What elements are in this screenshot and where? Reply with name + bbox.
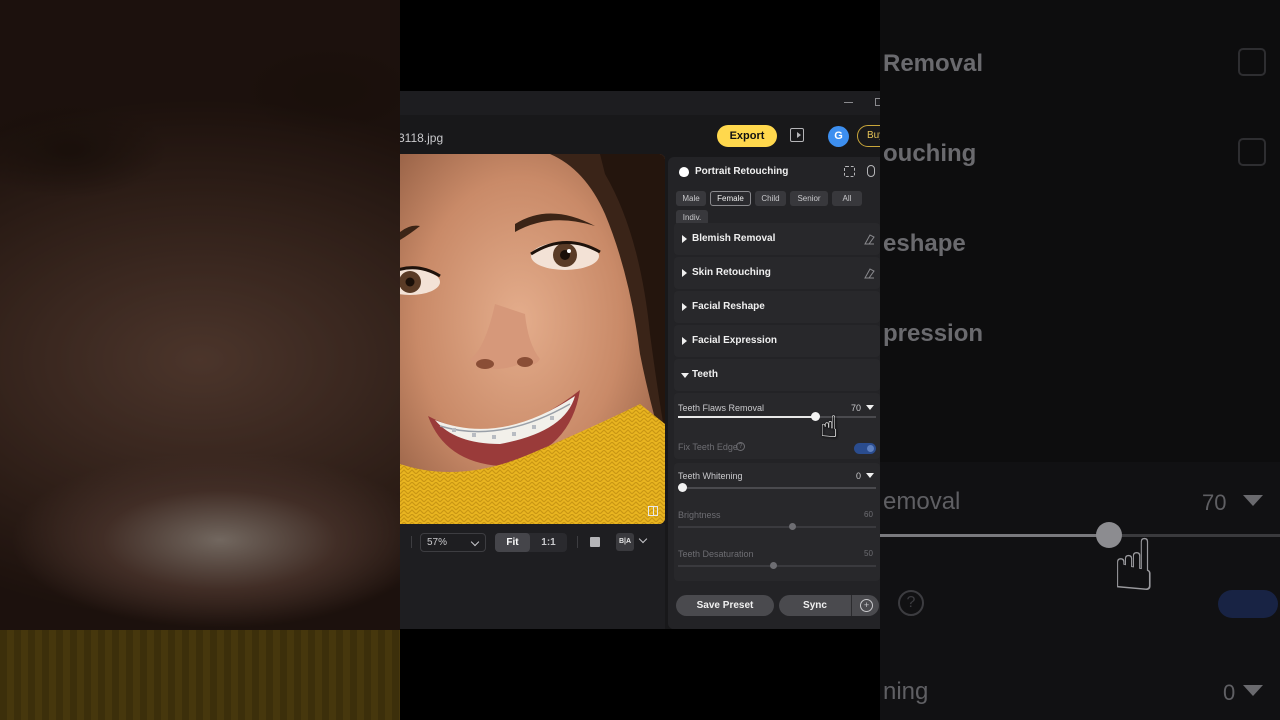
- zoomed-flaws-value: 70: [1202, 490, 1227, 515]
- zoomed-text-skin: ouching: [883, 140, 977, 167]
- avatar[interactable]: G: [828, 126, 849, 147]
- zoom-select[interactable]: 57%: [420, 533, 486, 552]
- brightness-slider-track: [678, 526, 876, 528]
- zoomed-panel-background: Removal ouching eshape pression emoval 7…: [880, 0, 1280, 720]
- expand-triangle-icon: [682, 337, 687, 345]
- chip-female[interactable]: Female: [710, 191, 751, 206]
- section-label: Teeth: [692, 369, 718, 380]
- zoom-select-value: 57%: [427, 537, 448, 548]
- teeth-whitening-group: Teeth Whitening 0 Brightness 60 Teeth De…: [674, 463, 880, 581]
- chip-senior[interactable]: Senior: [790, 191, 828, 206]
- section-label: Facial Expression: [692, 335, 778, 346]
- teeth-whitening-slider-track[interactable]: [678, 487, 876, 489]
- photo-canvas[interactable]: [400, 154, 665, 524]
- canvas-bottom-bar: 57% Fit 1:1 B|A: [400, 524, 665, 629]
- chevron-down-icon: [470, 537, 480, 547]
- buy-button[interactable]: Buy: [857, 125, 880, 147]
- maximize-icon[interactable]: [875, 98, 880, 106]
- sync-button[interactable]: Sync: [779, 595, 851, 616]
- app-window: 3118.jpg Export G Buy: [400, 91, 880, 629]
- collapse-triangle-icon: [681, 373, 689, 378]
- section-label: Skin Retouching: [692, 267, 771, 278]
- teeth-flaws-slider-knob[interactable]: [811, 412, 820, 421]
- blurred-photo-background: [0, 0, 400, 720]
- actual-size-button[interactable]: 1:1: [530, 533, 567, 552]
- teeth-whitening-label: Teeth Whitening: [678, 471, 743, 481]
- retouch-panel: Portrait Retouching Male Female Child Se…: [668, 157, 880, 629]
- fix-teeth-edge-toggle[interactable]: [854, 443, 876, 454]
- before-after-icon[interactable]: B|A: [616, 533, 634, 551]
- zoomed-eraser-icon: [1238, 138, 1266, 166]
- minimize-icon[interactable]: [844, 102, 853, 103]
- panel-footer: Save Preset Sync: [668, 585, 880, 629]
- zoomed-hand-cursor-icon: ☝: [1112, 526, 1156, 606]
- help-icon[interactable]: ?: [736, 442, 745, 451]
- section-label: Blemish Removal: [692, 233, 776, 244]
- video-frame: Removal ouching eshape pression emoval 7…: [0, 0, 1280, 720]
- zoomed-text-whitening: ning: [883, 678, 929, 705]
- brightness-value: 60: [864, 510, 873, 519]
- caret-down-icon[interactable]: [866, 405, 874, 410]
- sync-options-plus-icon[interactable]: [851, 595, 879, 616]
- panel-title: Portrait Retouching: [695, 166, 789, 177]
- zoomed-whitening-value: 0: [1223, 680, 1236, 705]
- save-preset-button[interactable]: Save Preset: [676, 595, 774, 616]
- zoomed-slider-fill: [880, 534, 1108, 537]
- teeth-whitening-value[interactable]: 0: [856, 471, 861, 481]
- portrait-photo: [400, 154, 665, 524]
- eraser-icon[interactable]: [864, 268, 875, 279]
- exit-door-icon[interactable]: [790, 128, 804, 142]
- section-teeth[interactable]: Teeth: [674, 359, 880, 391]
- zoomed-eraser-icon: [1238, 48, 1266, 76]
- teeth-desaturation-value: 50: [864, 549, 873, 558]
- zoomed-caret-icon: [1243, 495, 1263, 506]
- teeth-desaturation-slider-knob: [770, 562, 777, 569]
- zoomed-help-icon: ?: [898, 590, 924, 616]
- section-facial-expression[interactable]: Facial Expression: [674, 325, 880, 357]
- brightness-slider-knob: [789, 523, 796, 530]
- teeth-flaws-label: Teeth Flaws Removal: [678, 403, 765, 413]
- portrait-icon: [679, 167, 689, 177]
- face-detect-icon[interactable]: [844, 166, 855, 177]
- section-skin-retouching[interactable]: Skin Retouching: [674, 257, 880, 289]
- teeth-whitening-slider-knob[interactable]: [678, 483, 687, 492]
- teeth-desaturation-label: Teeth Desaturation: [678, 549, 754, 559]
- panel-header: Portrait Retouching: [668, 157, 880, 187]
- hand-cursor-icon: ☝: [820, 411, 839, 444]
- zoomed-text-flaws: emoval: [883, 488, 961, 515]
- caret-down-icon[interactable]: [866, 473, 874, 478]
- view-mode-toggle: Fit 1:1: [495, 533, 567, 552]
- export-button[interactable]: Export: [717, 125, 777, 147]
- teeth-flaws-value[interactable]: 70: [851, 403, 861, 413]
- section-facial-reshape[interactable]: Facial Reshape: [674, 291, 880, 323]
- chip-all[interactable]: All: [832, 191, 862, 206]
- brightness-label: Brightness: [678, 510, 721, 520]
- zoomed-text-expression: pression: [883, 320, 984, 347]
- compare-split-icon[interactable]: [648, 506, 658, 516]
- zoomed-text-blemish: Removal: [883, 50, 984, 77]
- chevron-down-icon[interactable]: [638, 534, 648, 544]
- zoomed-text-reshape: eshape: [883, 230, 966, 257]
- teeth-desaturation-slider-track: [678, 565, 876, 567]
- chip-child[interactable]: Child: [755, 191, 786, 206]
- section-label: Facial Reshape: [692, 301, 765, 312]
- top-toolbar: 3118.jpg Export G Buy: [400, 115, 880, 155]
- section-blemish-removal[interactable]: Blemish Removal: [674, 223, 880, 255]
- zoomed-toggle: [1218, 590, 1278, 618]
- eraser-icon[interactable]: [864, 234, 875, 245]
- fit-button[interactable]: Fit: [495, 533, 530, 552]
- fix-teeth-edge-label: Fix Teeth Edge: [678, 442, 738, 452]
- expand-triangle-icon: [682, 269, 687, 277]
- teeth-flaws-slider-fill: [678, 416, 816, 418]
- chip-male[interactable]: Male: [676, 191, 706, 206]
- file-name: 3118.jpg: [400, 131, 444, 145]
- teeth-flaws-group: Teeth Flaws Removal 70 Fix Teeth Edge ? …: [674, 393, 880, 459]
- expand-triangle-icon: [682, 235, 687, 243]
- single-view-icon[interactable]: [590, 537, 600, 547]
- expand-triangle-icon: [682, 303, 687, 311]
- title-bar: [400, 91, 880, 115]
- lock-icon[interactable]: [867, 165, 875, 177]
- zoomed-caret-icon: [1243, 685, 1263, 696]
